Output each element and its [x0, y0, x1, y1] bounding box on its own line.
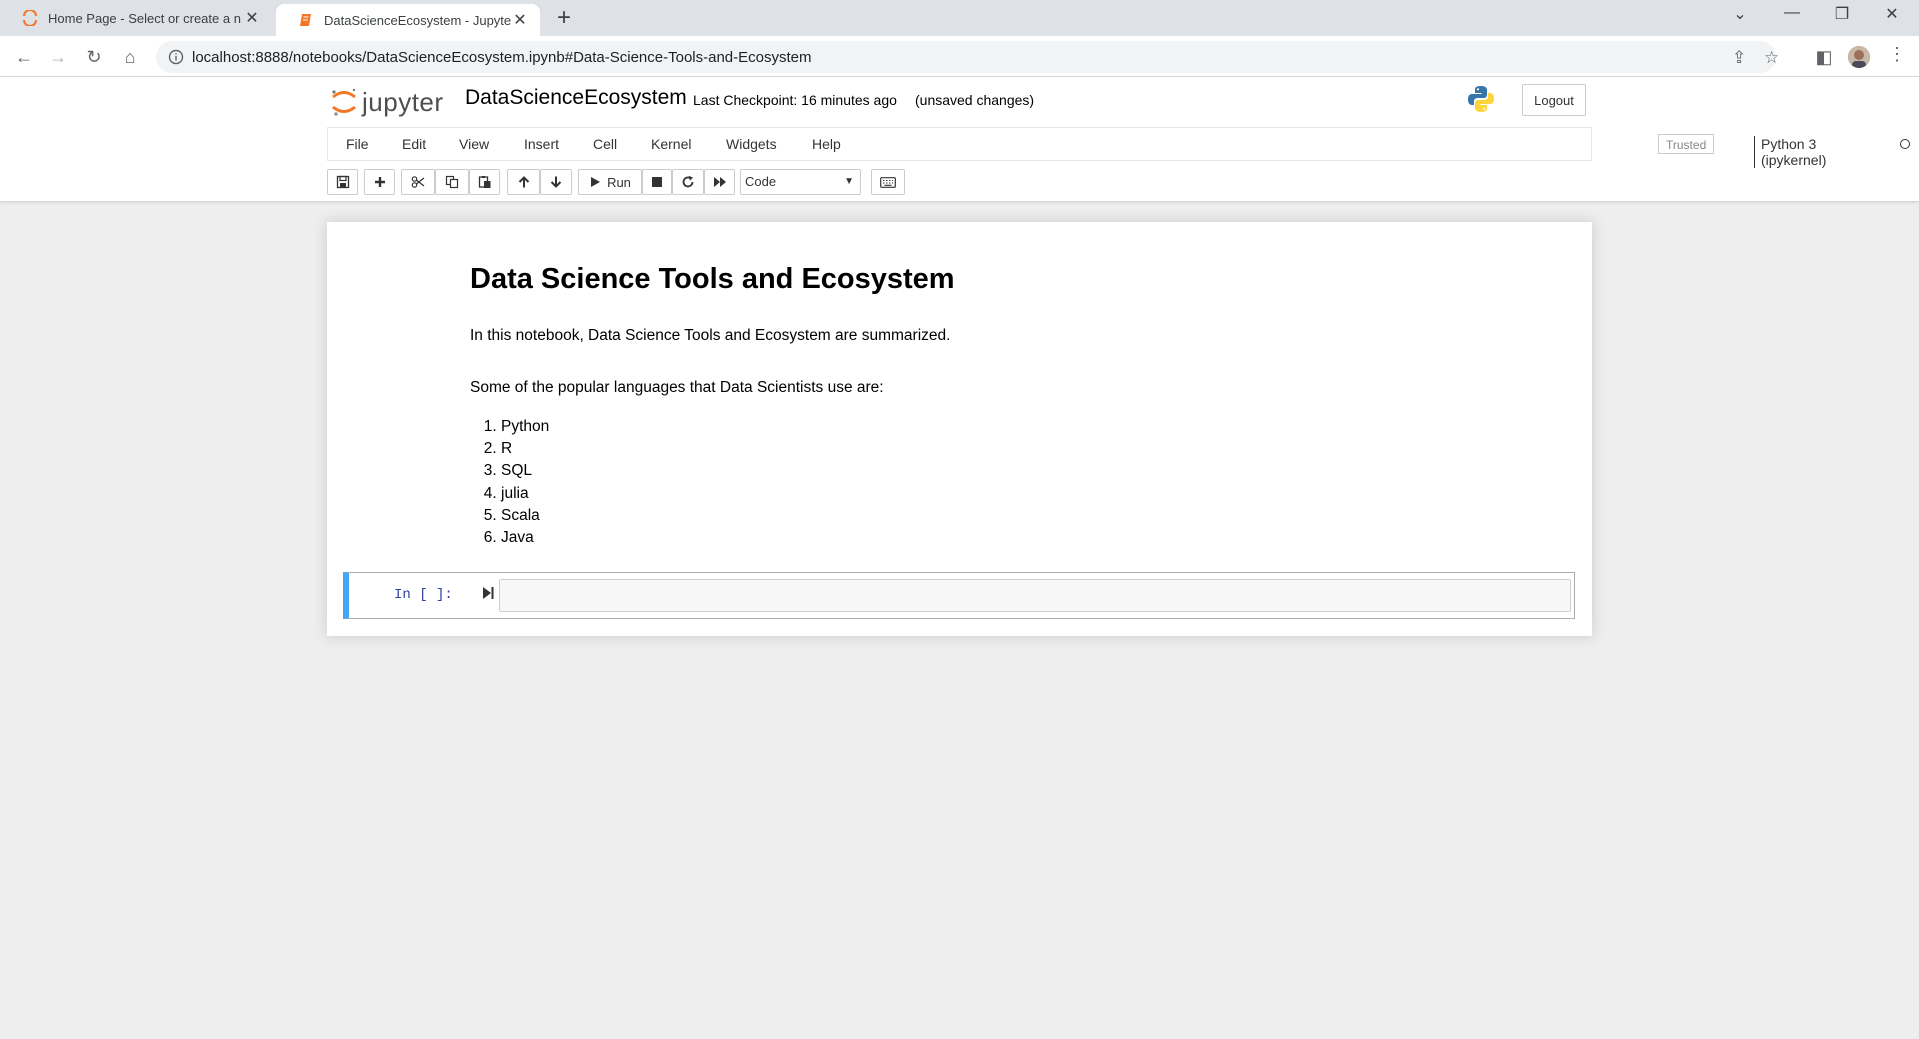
keyboard-icon	[880, 176, 896, 188]
menu-kernel[interactable]: Kernel	[651, 136, 691, 152]
menu-cell[interactable]: Cell	[593, 136, 617, 152]
copy-icon	[445, 175, 459, 189]
run-cell-icon[interactable]	[481, 585, 495, 601]
home-icon[interactable]: ⌂	[118, 45, 142, 69]
paste-button[interactable]	[469, 169, 500, 195]
arrow-up-icon	[518, 176, 529, 188]
languages-intro: Some of the popular languages that Data …	[470, 379, 884, 396]
new-tab-icon[interactable]: +	[552, 6, 576, 30]
copy-button[interactable]	[435, 169, 469, 195]
save-icon	[336, 175, 349, 189]
tab-home-page[interactable]: Home Page - Select or create a n ✕	[0, 0, 272, 36]
interrupt-button[interactable]	[642, 169, 672, 195]
code-cell[interactable]: In [ ]:	[343, 572, 1575, 619]
minimize-icon[interactable]: —	[1780, 4, 1804, 22]
code-input[interactable]	[499, 579, 1571, 612]
list-item: julia	[501, 483, 549, 505]
close-tab-icon[interactable]: ✕	[244, 8, 260, 28]
jupyter-spinner-icon	[23, 10, 37, 26]
menu-bar: File Edit View Insert Cell Kernel Widget…	[327, 127, 1910, 168]
share-icon[interactable]: ⇪	[1732, 48, 1746, 68]
restore-icon[interactable]: ❐	[1830, 4, 1854, 24]
notebook-name[interactable]: DataScienceEcosystem	[465, 86, 687, 110]
list-item: Python	[501, 416, 549, 438]
list-item: R	[501, 438, 549, 460]
python-logo-icon	[1468, 86, 1494, 112]
checkpoint-status: Last Checkpoint: 16 minutes ago	[693, 92, 897, 108]
menu-widgets[interactable]: Widgets	[726, 136, 777, 152]
arrow-down-icon	[550, 176, 562, 188]
notebook-heading: Data Science Tools and Ecosystem	[470, 263, 955, 295]
back-icon[interactable]: ←	[12, 45, 36, 69]
plus-icon	[374, 177, 385, 187]
jupyter-logo-icon	[332, 88, 356, 116]
languages-list: Python R SQL julia Scala Java	[470, 416, 549, 549]
reload-icon[interactable]: ↻	[82, 45, 106, 69]
close-window-icon[interactable]: ✕	[1880, 4, 1904, 24]
cell-type-value: Code	[745, 174, 777, 189]
browser-menu-icon[interactable]: ⋮	[1888, 44, 1906, 65]
restart-kernel-button[interactable]	[672, 169, 704, 195]
menu-view[interactable]: View	[459, 136, 489, 152]
tab-search-icon[interactable]: ⌄	[1728, 4, 1752, 24]
chevron-down-icon: ▼	[844, 176, 854, 187]
jupyter-logo[interactable]: jupyter	[330, 84, 444, 120]
notebook-container: Data Science Tools and Ecosystem In this…	[327, 222, 1592, 636]
save-button[interactable]	[327, 169, 358, 195]
fast-forward-icon	[713, 177, 726, 187]
move-down-button[interactable]	[540, 169, 572, 195]
trusted-indicator[interactable]: Trusted	[1658, 134, 1715, 154]
autosave-status: (unsaved changes)	[915, 92, 1035, 108]
input-prompt: In [ ]:	[394, 587, 453, 603]
address-bar[interactable]: localhost:8888/notebooks/DataScienceEcos…	[156, 41, 1779, 73]
paste-icon	[478, 176, 490, 188]
forward-icon[interactable]: →	[46, 45, 70, 69]
list-item: SQL	[501, 460, 549, 482]
list-item: Java	[501, 527, 549, 549]
browser-toolbar: ← → ↻ ⌂ localhost:8888/notebooks/DataSci…	[0, 36, 1919, 77]
tab-title: Home Page - Select or create a n	[48, 10, 241, 26]
move-up-button[interactable]	[507, 169, 540, 195]
site-info-icon[interactable]	[168, 49, 184, 65]
profile-avatar[interactable]	[1848, 46, 1870, 68]
kernel-name[interactable]: Python 3 (ipykernel)	[1754, 136, 1826, 168]
restart-run-all-button[interactable]	[704, 169, 735, 195]
insert-cell-button[interactable]	[364, 169, 395, 195]
run-label: Run	[607, 174, 631, 190]
scissors-icon	[411, 176, 425, 188]
jupyter-logo-text: jupyter	[362, 86, 444, 117]
play-icon	[591, 177, 601, 187]
url-text: localhost:8888/notebooks/DataScienceEcos…	[192, 49, 812, 66]
cell-type-select[interactable]: Code ▼	[740, 169, 861, 195]
menu-file[interactable]: File	[346, 136, 369, 152]
menu-insert[interactable]: Insert	[524, 136, 559, 152]
cut-button[interactable]	[401, 169, 435, 195]
side-panel-icon[interactable]: ◧	[1812, 45, 1836, 69]
restart-icon	[682, 175, 694, 188]
browser-tab-bar: Home Page - Select or create a n ✕ DataS…	[0, 0, 1919, 36]
menu-help[interactable]: Help	[812, 136, 841, 152]
stop-icon	[652, 177, 662, 187]
kernel-idle-icon	[1900, 139, 1910, 149]
notebook-icon	[300, 14, 311, 26]
tab-title: DataScienceEcosystem - Jupyter N	[324, 12, 512, 28]
profile-icon	[1848, 46, 1870, 68]
close-tab-icon[interactable]: ✕	[512, 10, 528, 30]
logout-button[interactable]: Logout	[1522, 84, 1586, 116]
command-palette-button[interactable]	[871, 169, 905, 195]
run-button[interactable]: Run	[578, 169, 642, 195]
intro-paragraph: In this notebook, Data Science Tools and…	[470, 327, 951, 344]
menu-edit[interactable]: Edit	[402, 136, 426, 152]
tab-notebook[interactable]: DataScienceEcosystem - Jupyter N ✕	[276, 4, 540, 36]
list-item: Scala	[501, 505, 549, 527]
bookmark-star-icon[interactable]: ☆	[1764, 48, 1779, 68]
